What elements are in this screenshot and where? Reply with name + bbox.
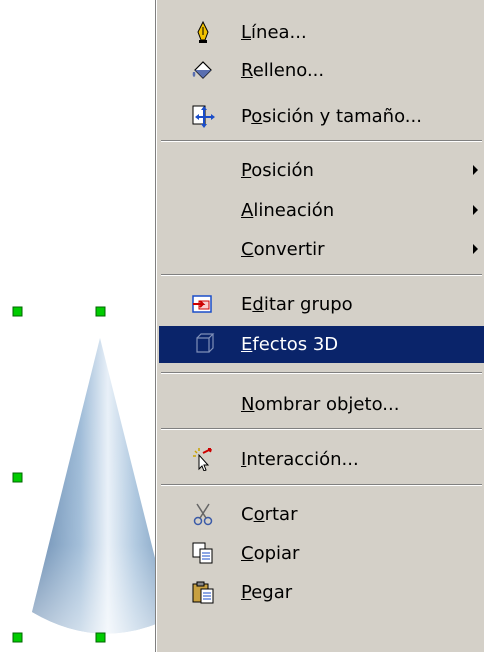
context-menu: Línea... Relleno... Posición y tamaño...… xyxy=(156,0,484,652)
menu-item-copiar[interactable]: Copiar xyxy=(159,535,484,572)
menu-item-editar-grupo[interactable]: Editar grupo xyxy=(159,286,484,323)
menu-item-label: Convertir xyxy=(241,239,325,260)
menu-item-linea[interactable]: Línea... xyxy=(159,14,484,51)
menu-separator xyxy=(161,484,482,486)
menu-item-label: Nombrar objeto... xyxy=(241,394,400,415)
edit-group-icon xyxy=(192,295,212,313)
paint-bucket-icon xyxy=(192,61,212,79)
cube-3d-icon xyxy=(196,333,215,353)
menu-item-interaccion[interactable]: Interacción... xyxy=(159,441,484,478)
interaction-icon xyxy=(193,448,212,471)
copy-icon xyxy=(192,542,213,564)
menu-item-nombrar-objeto[interactable]: Nombrar objeto... xyxy=(159,386,484,423)
menu-item-relleno[interactable]: Relleno... xyxy=(159,52,484,89)
menu-item-label: Editar grupo xyxy=(241,294,353,315)
handle-bottom-left[interactable] xyxy=(12,632,23,643)
menu-item-label: Interacción... xyxy=(241,449,359,470)
paste-icon xyxy=(192,581,214,604)
handle-top-center[interactable] xyxy=(95,306,106,317)
menu-item-label: Copiar xyxy=(241,543,300,564)
menu-item-posicion[interactable]: Posición xyxy=(159,152,484,189)
menu-separator xyxy=(161,428,482,430)
menu-item-efectos-3d[interactable]: Efectos 3D xyxy=(159,326,484,363)
menu-separator xyxy=(161,274,482,276)
submenu-arrow-icon xyxy=(473,244,478,254)
scissors-icon xyxy=(193,503,213,526)
menu-item-convertir[interactable]: Convertir xyxy=(159,231,484,268)
menu-item-label: Efectos 3D xyxy=(241,334,339,355)
menu-separator xyxy=(161,372,482,374)
menu-item-label: Alineación xyxy=(241,200,335,221)
position-size-icon xyxy=(192,105,215,128)
menu-item-posicion-tamano[interactable]: Posición y tamaño... xyxy=(159,98,484,135)
menu-item-label: Posición y tamaño... xyxy=(241,106,422,127)
menu-item-label: Línea... xyxy=(241,22,307,43)
menu-item-pegar[interactable]: Pegar xyxy=(159,574,484,611)
handle-top-left[interactable] xyxy=(12,306,23,317)
menu-item-label: Pegar xyxy=(241,582,293,603)
menu-item-alineacion[interactable]: Alineación xyxy=(159,192,484,229)
menu-item-label: Cortar xyxy=(241,504,298,525)
submenu-arrow-icon xyxy=(473,205,478,215)
submenu-arrow-icon xyxy=(473,165,478,175)
menu-item-cortar[interactable]: Cortar xyxy=(159,496,484,533)
menu-item-label: Posición xyxy=(241,160,314,181)
menu-separator xyxy=(161,140,482,142)
menu-item-label: Relleno... xyxy=(241,60,325,81)
3d-cone-object[interactable] xyxy=(32,338,170,634)
handle-middle-left[interactable] xyxy=(12,472,23,483)
pen-icon xyxy=(197,20,209,43)
handle-bottom-center[interactable] xyxy=(95,632,106,643)
